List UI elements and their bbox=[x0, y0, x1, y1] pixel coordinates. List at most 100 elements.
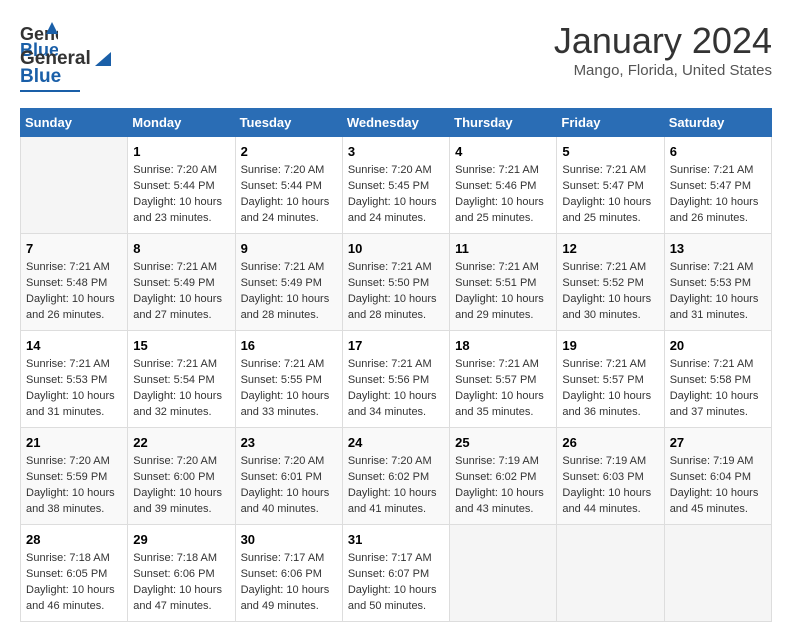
calendar-week-row: 7 Sunrise: 7:21 AM Sunset: 5:48 PM Daylig… bbox=[21, 233, 772, 330]
weekday-header-tuesday: Tuesday bbox=[235, 109, 342, 137]
calendar-cell bbox=[557, 524, 664, 621]
day-number: 27 bbox=[670, 434, 766, 452]
day-detail: Sunrise: 7:19 AM Sunset: 6:03 PM Dayligh… bbox=[562, 454, 658, 518]
day-number: 9 bbox=[241, 240, 337, 258]
day-detail: Sunrise: 7:21 AM Sunset: 5:49 PM Dayligh… bbox=[133, 260, 229, 324]
logo: General Blue General Blue bbox=[20, 20, 111, 92]
day-detail: Sunrise: 7:20 AM Sunset: 5:44 PM Dayligh… bbox=[241, 163, 337, 227]
day-detail: Sunrise: 7:21 AM Sunset: 5:57 PM Dayligh… bbox=[455, 357, 551, 421]
day-detail: Sunrise: 7:20 AM Sunset: 5:59 PM Dayligh… bbox=[26, 454, 122, 518]
day-number: 23 bbox=[241, 434, 337, 452]
calendar-cell: 18 Sunrise: 7:21 AM Sunset: 5:57 PM Dayli… bbox=[450, 330, 557, 427]
weekday-header-thursday: Thursday bbox=[450, 109, 557, 137]
day-number: 24 bbox=[348, 434, 444, 452]
weekday-header-wednesday: Wednesday bbox=[342, 109, 449, 137]
calendar-table: SundayMondayTuesdayWednesdayThursdayFrid… bbox=[20, 108, 772, 622]
day-detail: Sunrise: 7:21 AM Sunset: 5:54 PM Dayligh… bbox=[133, 357, 229, 421]
calendar-cell: 26Sunrise: 7:19 AM Sunset: 6:03 PM Dayli… bbox=[557, 427, 664, 524]
day-number: 25 bbox=[455, 434, 551, 452]
day-number: 18 bbox=[455, 337, 551, 355]
calendar-cell: 21 Sunrise: 7:20 AM Sunset: 5:59 PM Dayli… bbox=[21, 427, 128, 524]
day-number: 13 bbox=[670, 240, 766, 258]
day-detail: Sunrise: 7:21 AM Sunset: 5:55 PM Dayligh… bbox=[241, 357, 337, 421]
day-number: 21 bbox=[26, 434, 122, 452]
day-number: 20 bbox=[670, 337, 766, 355]
title-section: January 2024 Mango, Florida, United Stat… bbox=[554, 20, 772, 79]
day-number: 5 bbox=[562, 143, 658, 161]
calendar-header-row: SundayMondayTuesdayWednesdayThursdayFrid… bbox=[21, 109, 772, 137]
calendar-week-row: 1 Sunrise: 7:20 AM Sunset: 5:44 PM Daylig… bbox=[21, 137, 772, 234]
calendar-cell: 2 Sunrise: 7:20 AM Sunset: 5:44 PM Daylig… bbox=[235, 137, 342, 234]
calendar-cell: 6Sunrise: 7:21 AM Sunset: 5:47 PM Daylig… bbox=[664, 137, 771, 234]
day-detail: Sunrise: 7:21 AM Sunset: 5:57 PM Dayligh… bbox=[562, 357, 658, 421]
day-number: 4 bbox=[455, 143, 551, 161]
weekday-header-friday: Friday bbox=[557, 109, 664, 137]
calendar-cell: 22Sunrise: 7:20 AM Sunset: 6:00 PM Dayli… bbox=[128, 427, 235, 524]
calendar-cell bbox=[664, 524, 771, 621]
day-detail: Sunrise: 7:19 AM Sunset: 6:02 PM Dayligh… bbox=[455, 454, 551, 518]
calendar-week-row: 28Sunrise: 7:18 AM Sunset: 6:05 PM Dayli… bbox=[21, 524, 772, 621]
calendar-week-row: 21 Sunrise: 7:20 AM Sunset: 5:59 PM Dayli… bbox=[21, 427, 772, 524]
day-detail: Sunrise: 7:21 AM Sunset: 5:48 PM Dayligh… bbox=[26, 260, 122, 324]
logo-triangle-icon bbox=[95, 52, 111, 66]
calendar-cell: 8 Sunrise: 7:21 AM Sunset: 5:49 PM Daylig… bbox=[128, 233, 235, 330]
weekday-header-monday: Monday bbox=[128, 109, 235, 137]
calendar-cell: 29 Sunrise: 7:18 AM Sunset: 6:06 PM Dayli… bbox=[128, 524, 235, 621]
weekday-header-sunday: Sunday bbox=[21, 109, 128, 137]
day-number: 12 bbox=[562, 240, 658, 258]
calendar-cell: 15 Sunrise: 7:21 AM Sunset: 5:54 PM Dayli… bbox=[128, 330, 235, 427]
day-number: 29 bbox=[133, 531, 229, 549]
day-detail: Sunrise: 7:21 AM Sunset: 5:56 PM Dayligh… bbox=[348, 357, 444, 421]
calendar-cell: 7 Sunrise: 7:21 AM Sunset: 5:48 PM Daylig… bbox=[21, 233, 128, 330]
calendar-cell bbox=[450, 524, 557, 621]
day-number: 28 bbox=[26, 531, 122, 549]
day-detail: Sunrise: 7:20 AM Sunset: 5:44 PM Dayligh… bbox=[133, 163, 229, 227]
day-number: 19 bbox=[562, 337, 658, 355]
day-number: 11 bbox=[455, 240, 551, 258]
page-title: January 2024 bbox=[554, 20, 772, 62]
day-number: 22 bbox=[133, 434, 229, 452]
calendar-cell: 27 Sunrise: 7:19 AM Sunset: 6:04 PM Dayli… bbox=[664, 427, 771, 524]
calendar-cell: 16 Sunrise: 7:21 AM Sunset: 5:55 PM Dayli… bbox=[235, 330, 342, 427]
day-detail: Sunrise: 7:20 AM Sunset: 5:45 PM Dayligh… bbox=[348, 163, 444, 227]
calendar-cell: 19 Sunrise: 7:21 AM Sunset: 5:57 PM Dayli… bbox=[557, 330, 664, 427]
day-detail: Sunrise: 7:17 AM Sunset: 6:07 PM Dayligh… bbox=[348, 551, 444, 615]
day-number: 15 bbox=[133, 337, 229, 355]
page-header: General Blue General Blue January 2024 M… bbox=[20, 20, 772, 92]
day-number: 17 bbox=[348, 337, 444, 355]
day-number: 1 bbox=[133, 143, 229, 161]
calendar-cell: 25 Sunrise: 7:19 AM Sunset: 6:02 PM Dayli… bbox=[450, 427, 557, 524]
calendar-cell: 9 Sunrise: 7:21 AM Sunset: 5:49 PM Daylig… bbox=[235, 233, 342, 330]
day-detail: Sunrise: 7:21 AM Sunset: 5:52 PM Dayligh… bbox=[562, 260, 658, 324]
day-detail: Sunrise: 7:21 AM Sunset: 5:58 PM Dayligh… bbox=[670, 357, 766, 421]
calendar-cell: 23Sunrise: 7:20 AM Sunset: 6:01 PM Dayli… bbox=[235, 427, 342, 524]
day-number: 10 bbox=[348, 240, 444, 258]
calendar-body: 1 Sunrise: 7:20 AM Sunset: 5:44 PM Daylig… bbox=[21, 137, 772, 622]
day-number: 31 bbox=[348, 531, 444, 549]
calendar-week-row: 14Sunrise: 7:21 AM Sunset: 5:53 PM Dayli… bbox=[21, 330, 772, 427]
day-number: 14 bbox=[26, 337, 122, 355]
day-number: 30 bbox=[241, 531, 337, 549]
day-detail: Sunrise: 7:21 AM Sunset: 5:46 PM Dayligh… bbox=[455, 163, 551, 227]
calendar-cell: 1 Sunrise: 7:20 AM Sunset: 5:44 PM Daylig… bbox=[128, 137, 235, 234]
calendar-cell: 11 Sunrise: 7:21 AM Sunset: 5:51 PM Dayli… bbox=[450, 233, 557, 330]
page-subtitle: Mango, Florida, United States bbox=[554, 62, 772, 79]
day-detail: Sunrise: 7:21 AM Sunset: 5:49 PM Dayligh… bbox=[241, 260, 337, 324]
day-detail: Sunrise: 7:21 AM Sunset: 5:50 PM Dayligh… bbox=[348, 260, 444, 324]
day-detail: Sunrise: 7:19 AM Sunset: 6:04 PM Dayligh… bbox=[670, 454, 766, 518]
calendar-cell: 12 Sunrise: 7:21 AM Sunset: 5:52 PM Dayli… bbox=[557, 233, 664, 330]
day-detail: Sunrise: 7:21 AM Sunset: 5:47 PM Dayligh… bbox=[670, 163, 766, 227]
day-detail: Sunrise: 7:17 AM Sunset: 6:06 PM Dayligh… bbox=[241, 551, 337, 615]
day-number: 8 bbox=[133, 240, 229, 258]
day-detail: Sunrise: 7:18 AM Sunset: 6:06 PM Dayligh… bbox=[133, 551, 229, 615]
day-number: 16 bbox=[241, 337, 337, 355]
day-number: 7 bbox=[26, 240, 122, 258]
calendar-cell: 31 Sunrise: 7:17 AM Sunset: 6:07 PM Dayli… bbox=[342, 524, 449, 621]
day-number: 2 bbox=[241, 143, 337, 161]
calendar-cell: 17 Sunrise: 7:21 AM Sunset: 5:56 PM Dayli… bbox=[342, 330, 449, 427]
calendar-cell bbox=[21, 137, 128, 234]
calendar-cell: 13Sunrise: 7:21 AM Sunset: 5:53 PM Dayli… bbox=[664, 233, 771, 330]
day-detail: Sunrise: 7:21 AM Sunset: 5:51 PM Dayligh… bbox=[455, 260, 551, 324]
calendar-cell: 3Sunrise: 7:20 AM Sunset: 5:45 PM Daylig… bbox=[342, 137, 449, 234]
calendar-cell: 4 Sunrise: 7:21 AM Sunset: 5:46 PM Daylig… bbox=[450, 137, 557, 234]
